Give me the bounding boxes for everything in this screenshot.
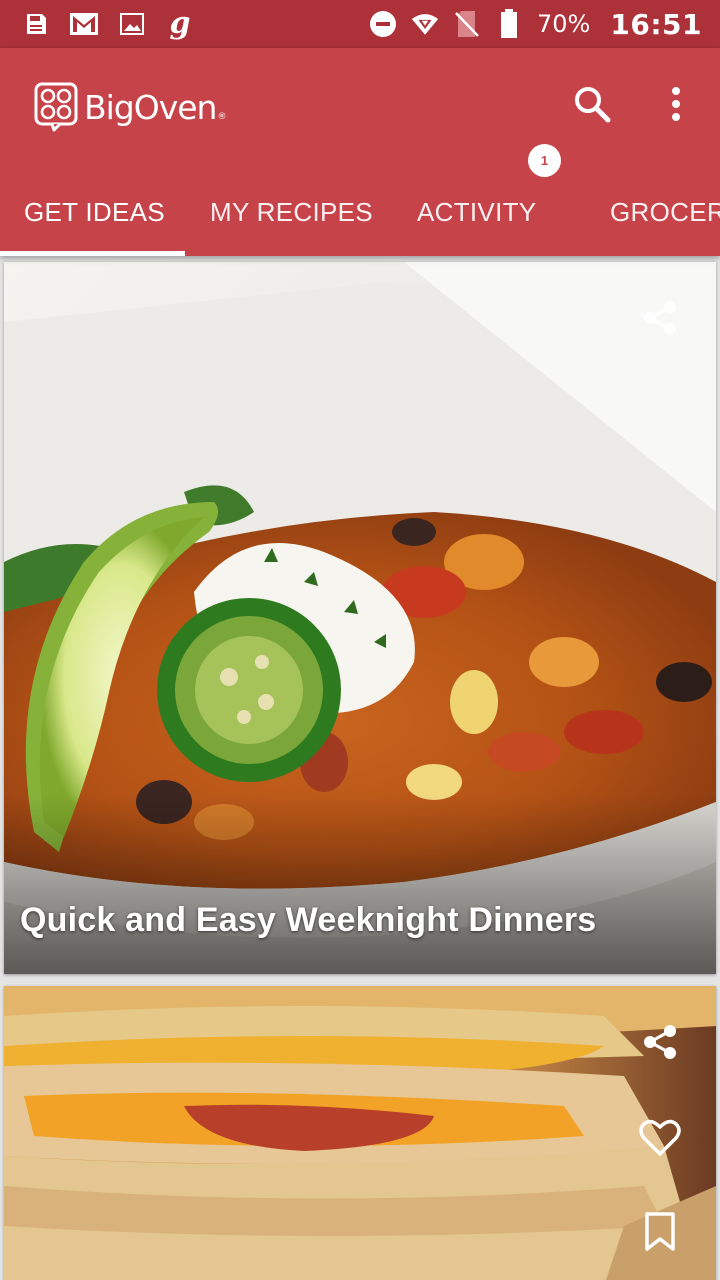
share-icon [644, 1025, 676, 1059]
status-notifications: g [22, 8, 194, 40]
overflow-menu-button[interactable] [652, 80, 700, 128]
clock: 16:51 [610, 7, 702, 41]
tab-get-ideas[interactable]: GET IDEAS [24, 168, 165, 256]
tab-activity[interactable]: ACTIVITY [417, 168, 536, 256]
quesadilla-photo [4, 986, 716, 1280]
share-button[interactable] [632, 290, 688, 346]
g-icon: g [169, 6, 191, 41]
bigoven-logo-icon [34, 82, 78, 132]
search-button[interactable] [568, 80, 616, 128]
ideas-feed[interactable]: Quick and Easy Weeknight Dinners [0, 256, 720, 1280]
tab-grocery[interactable]: GROCERY [610, 168, 720, 256]
battery-percent: 70% [537, 10, 591, 38]
heart-icon [639, 1119, 681, 1156]
status-system: 70% 16:51 [369, 7, 702, 41]
activity-badge: 1 [528, 144, 561, 177]
gmail-icon [70, 10, 98, 38]
share-button[interactable] [632, 1014, 688, 1070]
image-icon [118, 10, 146, 38]
bookmark-button[interactable] [632, 1204, 688, 1260]
bookmark-icon [645, 1212, 675, 1251]
do-not-disturb-icon [369, 10, 397, 38]
battery-icon [495, 9, 523, 38]
brand-name: BigOven® [84, 87, 226, 127]
share-icon [644, 301, 676, 335]
app-bar: BigOven® GET IDEAS MY RECIPES ACTIVITY G… [0, 48, 720, 256]
bigoven-logo[interactable]: BigOven® [34, 82, 226, 132]
registered-mark: ® [217, 111, 226, 122]
wifi-icon [411, 10, 439, 38]
status-bar: g 70% 16:51 [0, 0, 720, 48]
tab-bar: GET IDEAS MY RECIPES ACTIVITY GROCERY [0, 168, 720, 256]
idea-card[interactable]: Quick and Easy Weeknight Dinners [4, 262, 716, 974]
save-icon [22, 10, 50, 38]
idea-card[interactable] [4, 986, 716, 1280]
tab-my-recipes[interactable]: MY RECIPES [210, 168, 373, 256]
more-vert-icon [672, 87, 680, 121]
title-scrim [4, 794, 716, 974]
selected-tab-indicator [0, 251, 185, 256]
card-title: Quick and Easy Weeknight Dinners [20, 901, 597, 939]
favorite-button[interactable] [632, 1110, 688, 1166]
search-icon [575, 87, 611, 123]
no-sim-icon [453, 10, 481, 38]
